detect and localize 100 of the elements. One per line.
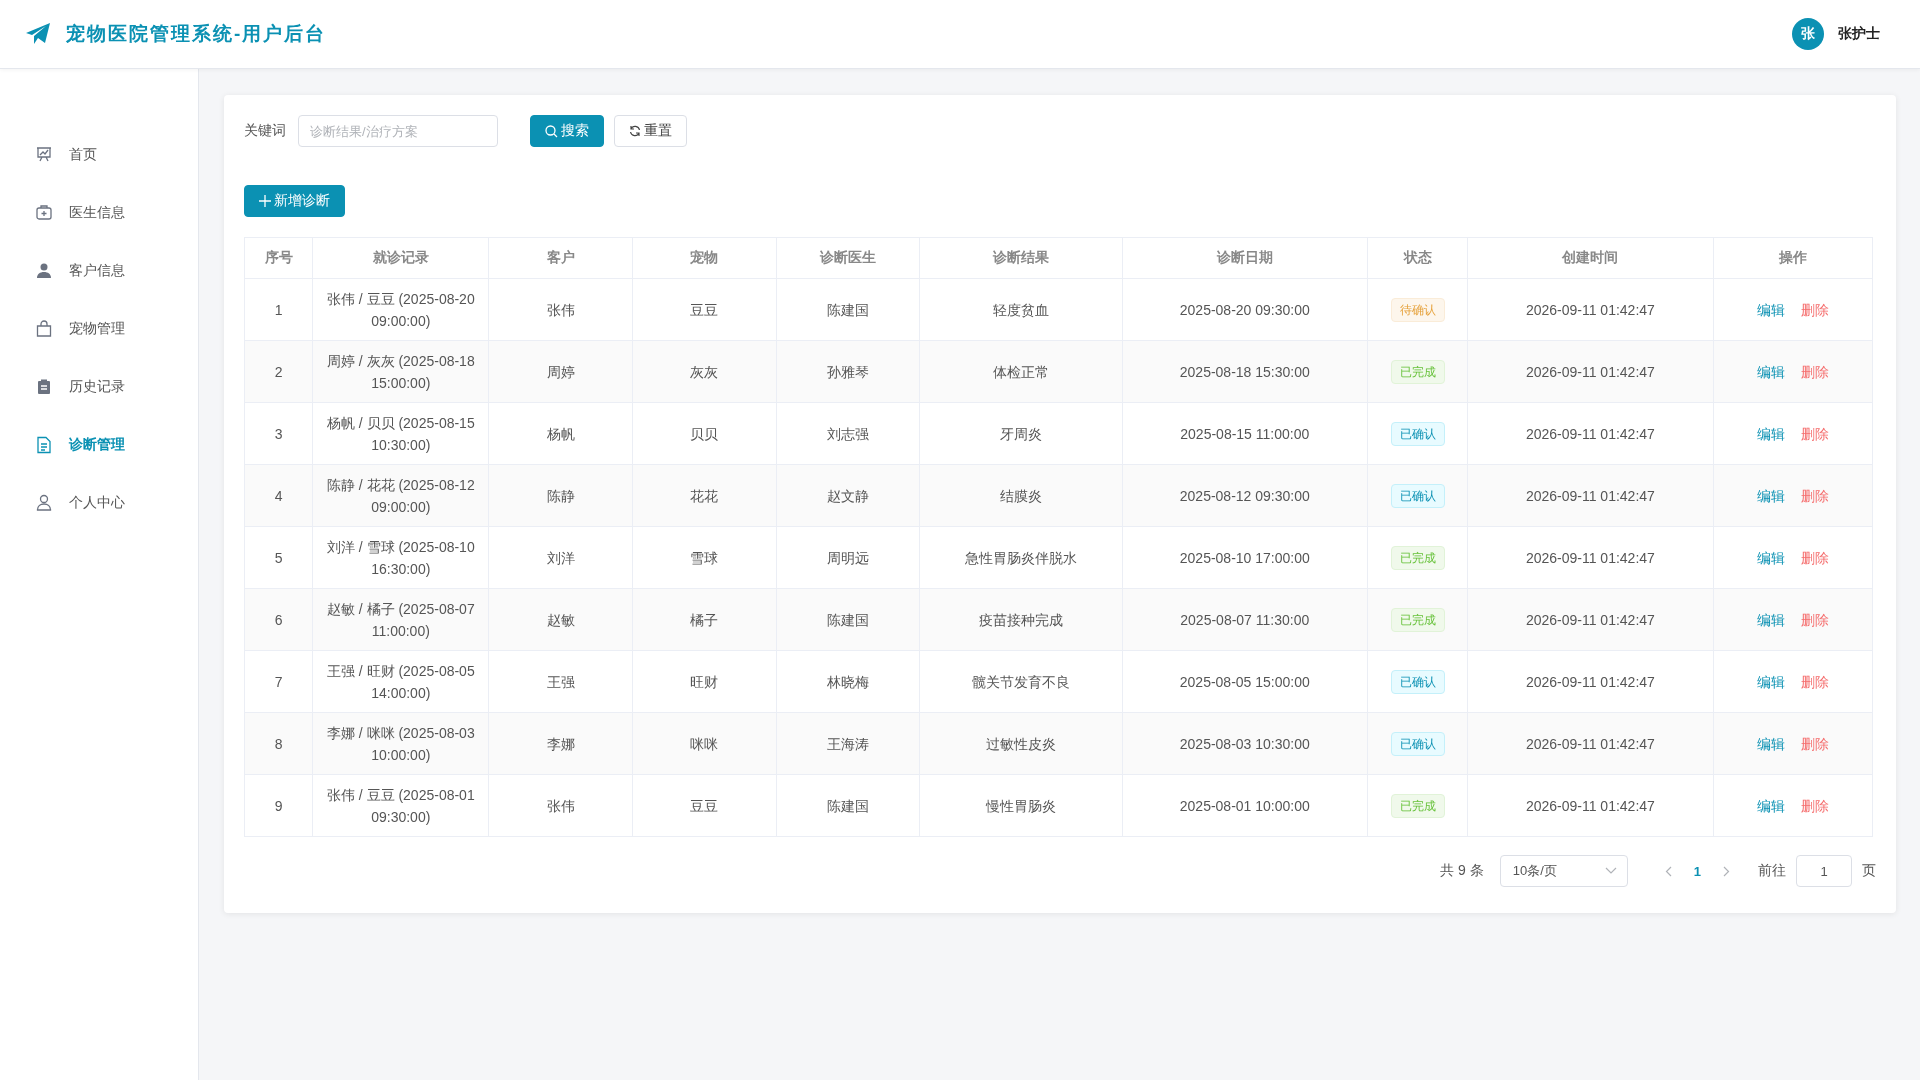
- table-cell: 陈建国: [776, 588, 920, 651]
- edit-link[interactable]: 编辑: [1756, 794, 1785, 817]
- sidebar-item[interactable]: 诊断管理: [0, 416, 198, 474]
- delete-link[interactable]: 删除: [1800, 484, 1829, 507]
- edit-link[interactable]: 编辑: [1756, 422, 1785, 445]
- table-cell: 6: [244, 588, 313, 651]
- table-cell: 过敏性皮炎: [919, 712, 1123, 775]
- column-header: 序号: [244, 237, 313, 279]
- table-cell: 2026-09-11 01:42:47: [1467, 340, 1714, 403]
- edit-link[interactable]: 编辑: [1756, 732, 1785, 755]
- table-cell: 陈建国: [776, 278, 920, 341]
- status-tag: 已完成: [1390, 607, 1445, 632]
- delete-link[interactable]: 删除: [1800, 608, 1829, 631]
- goto-label: 前往: [1758, 862, 1786, 880]
- reset-button[interactable]: 重置: [614, 115, 687, 147]
- column-header: 诊断结果: [919, 237, 1123, 279]
- table-cell: 2025-08-07 11:30:00: [1122, 588, 1368, 651]
- table-cell: 2025-08-15 11:00:00: [1122, 402, 1368, 465]
- table-cell: 5: [244, 526, 313, 589]
- status-tag: 已完成: [1390, 359, 1445, 384]
- table-cell: 3: [244, 402, 313, 465]
- edit-link[interactable]: 编辑: [1756, 298, 1785, 321]
- table-cell: 2: [244, 340, 313, 403]
- table-cell: 轻度贫血: [919, 278, 1123, 341]
- table-cell: 贝贝: [632, 402, 777, 465]
- table-cell: 结膜炎: [919, 464, 1123, 527]
- delete-link[interactable]: 删除: [1800, 546, 1829, 569]
- page-number[interactable]: 1: [1693, 863, 1701, 879]
- add-diagnosis-button[interactable]: 新增诊断: [244, 185, 345, 217]
- table-cell: 慢性胃肠炎: [919, 774, 1123, 837]
- delete-link[interactable]: 删除: [1800, 298, 1829, 321]
- user-name[interactable]: 张护士: [1838, 25, 1880, 43]
- table-cell: 陈静: [488, 464, 633, 527]
- status-tag: 已确认: [1390, 421, 1445, 446]
- table-cell: 牙周炎: [919, 402, 1123, 465]
- delete-link[interactable]: 删除: [1800, 422, 1829, 445]
- table-cell: 2026-09-11 01:42:47: [1467, 588, 1714, 651]
- search-field[interactable]: 诊断结果/治疗方案: [298, 115, 498, 147]
- sidebar-item[interactable]: 历史记录: [0, 358, 198, 416]
- sidebar-item[interactable]: 宠物管理: [0, 300, 198, 358]
- column-header: 状态: [1367, 237, 1468, 279]
- shopping-bag-icon: [35, 320, 53, 338]
- goto-page-field[interactable]: 1: [1796, 855, 1852, 887]
- delete-link[interactable]: 删除: [1800, 670, 1829, 693]
- column-header: 就诊记录: [312, 237, 489, 279]
- edit-link[interactable]: 编辑: [1756, 608, 1785, 631]
- table-cell: 陈静 / 花花 (2025-08-12 09:00:00): [312, 464, 489, 527]
- table-cell: 体检正常: [919, 340, 1123, 403]
- user-icon: [35, 262, 53, 280]
- table-cell: 急性胃肠炎伴脱水: [919, 526, 1123, 589]
- edit-link[interactable]: 编辑: [1756, 670, 1785, 693]
- table-cell: 2025-08-05 15:00:00: [1122, 650, 1368, 713]
- table-cell: 杨帆 / 贝贝 (2025-08-15 10:30:00): [312, 402, 489, 465]
- paper-plane-icon: [26, 23, 50, 45]
- table-cell: 1: [244, 278, 313, 341]
- sidebar-item[interactable]: 首页: [0, 126, 198, 184]
- sidebar-item[interactable]: 客户信息: [0, 242, 198, 300]
- table-cell: 豆豆: [632, 278, 777, 341]
- table-cell: 4: [244, 464, 313, 527]
- sidebar-item[interactable]: 个人中心: [0, 474, 198, 532]
- table-cell: 周明远: [776, 526, 920, 589]
- delete-link[interactable]: 删除: [1800, 794, 1829, 817]
- table-cell: 2026-09-11 01:42:47: [1467, 278, 1714, 341]
- table-cell: 咪咪: [632, 712, 777, 775]
- table-cell: 2026-09-11 01:42:47: [1467, 464, 1714, 527]
- previous-page-icon[interactable]: [1664, 865, 1672, 877]
- table-cell: 张伟: [488, 278, 633, 341]
- delete-link[interactable]: 删除: [1800, 732, 1829, 755]
- sidebar-item[interactable]: 医生信息: [0, 184, 198, 242]
- table-cell: 8: [244, 712, 313, 775]
- table-cell: 张伟 / 豆豆 (2025-08-20 09:00:00): [312, 278, 489, 341]
- user-avatar[interactable]: 张: [1792, 18, 1824, 50]
- search-button[interactable]: 搜索: [530, 115, 604, 147]
- chevron-down-icon: [1604, 867, 1617, 875]
- next-page-icon[interactable]: [1723, 865, 1730, 877]
- edit-link[interactable]: 编辑: [1756, 546, 1785, 569]
- table-cell: 2025-08-20 09:30:00: [1122, 278, 1368, 341]
- table-cell: 髋关节发育不良: [919, 650, 1123, 713]
- medical-kit-icon: [35, 204, 53, 222]
- column-header: 诊断日期: [1122, 237, 1368, 279]
- table-cell: 旺财: [632, 650, 777, 713]
- edit-link[interactable]: 编辑: [1756, 360, 1785, 383]
- table-cell: 花花: [632, 464, 777, 527]
- table-cell: 刘洋: [488, 526, 633, 589]
- table-cell: 孙雅琴: [776, 340, 920, 403]
- table-cell: 2025-08-18 15:30:00: [1122, 340, 1368, 403]
- column-header: 诊断医生: [776, 237, 920, 279]
- table-cell: 李娜: [488, 712, 633, 775]
- table-cell: 张伟 / 豆豆 (2025-08-01 09:30:00): [312, 774, 489, 837]
- page-size-select[interactable]: 10条/页: [1499, 855, 1628, 887]
- column-header: 客户: [488, 237, 633, 279]
- table-cell: 赵文静: [776, 464, 920, 527]
- delete-link[interactable]: 删除: [1800, 360, 1829, 383]
- table-cell: 赵敏 / 橘子 (2025-08-07 11:00:00): [312, 588, 489, 651]
- column-header: 宠物: [632, 237, 777, 279]
- table-cell: 2025-08-03 10:30:00: [1122, 712, 1368, 775]
- column-header: 操作: [1713, 237, 1873, 279]
- edit-link[interactable]: 编辑: [1756, 484, 1785, 507]
- table-cell: 李娜 / 咪咪 (2025-08-03 10:00:00): [312, 712, 489, 775]
- table-cell: 张伟: [488, 774, 633, 837]
